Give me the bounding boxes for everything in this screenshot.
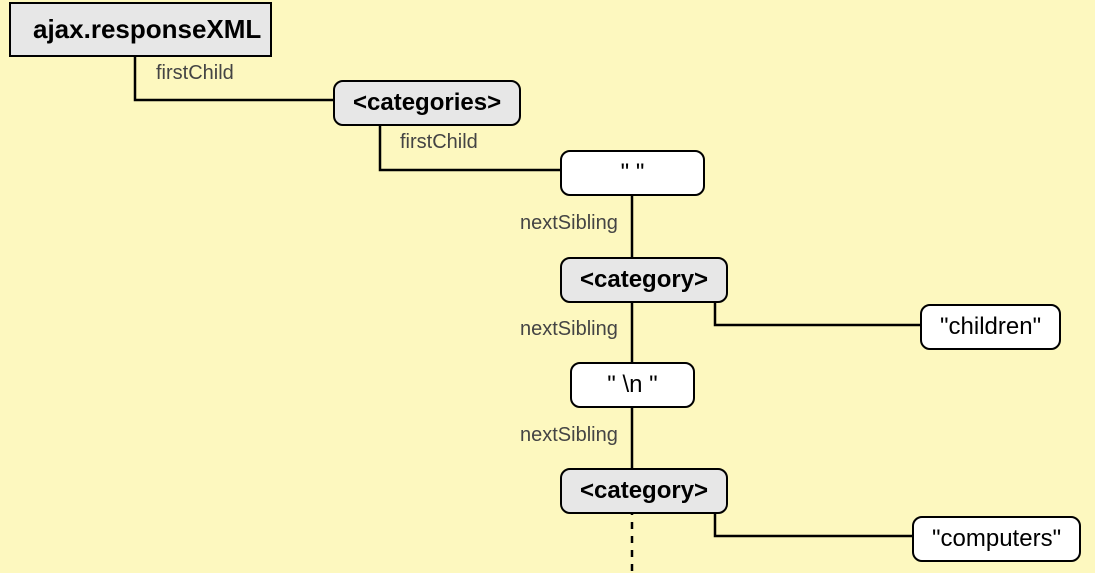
label-nextsibling-2: nextSibling (520, 318, 618, 341)
node-computers: "computers" (912, 516, 1081, 562)
label-firstchild-1: firstChild (156, 62, 234, 85)
node-whitespace-1: " " (560, 150, 705, 196)
connectors (0, 0, 1095, 573)
node-category-1: <category> (560, 257, 728, 303)
node-category-2: <category> (560, 468, 728, 514)
node-children: "children" (920, 304, 1061, 350)
label-nextsibling-3: nextSibling (520, 424, 618, 447)
label-firstchild-2: firstChild (400, 131, 478, 154)
node-newline: " \n " (570, 362, 695, 408)
node-categories: <categories> (333, 80, 521, 126)
label-nextsibling-1: nextSibling (520, 212, 618, 235)
node-root: ajax.responseXML (9, 2, 272, 57)
